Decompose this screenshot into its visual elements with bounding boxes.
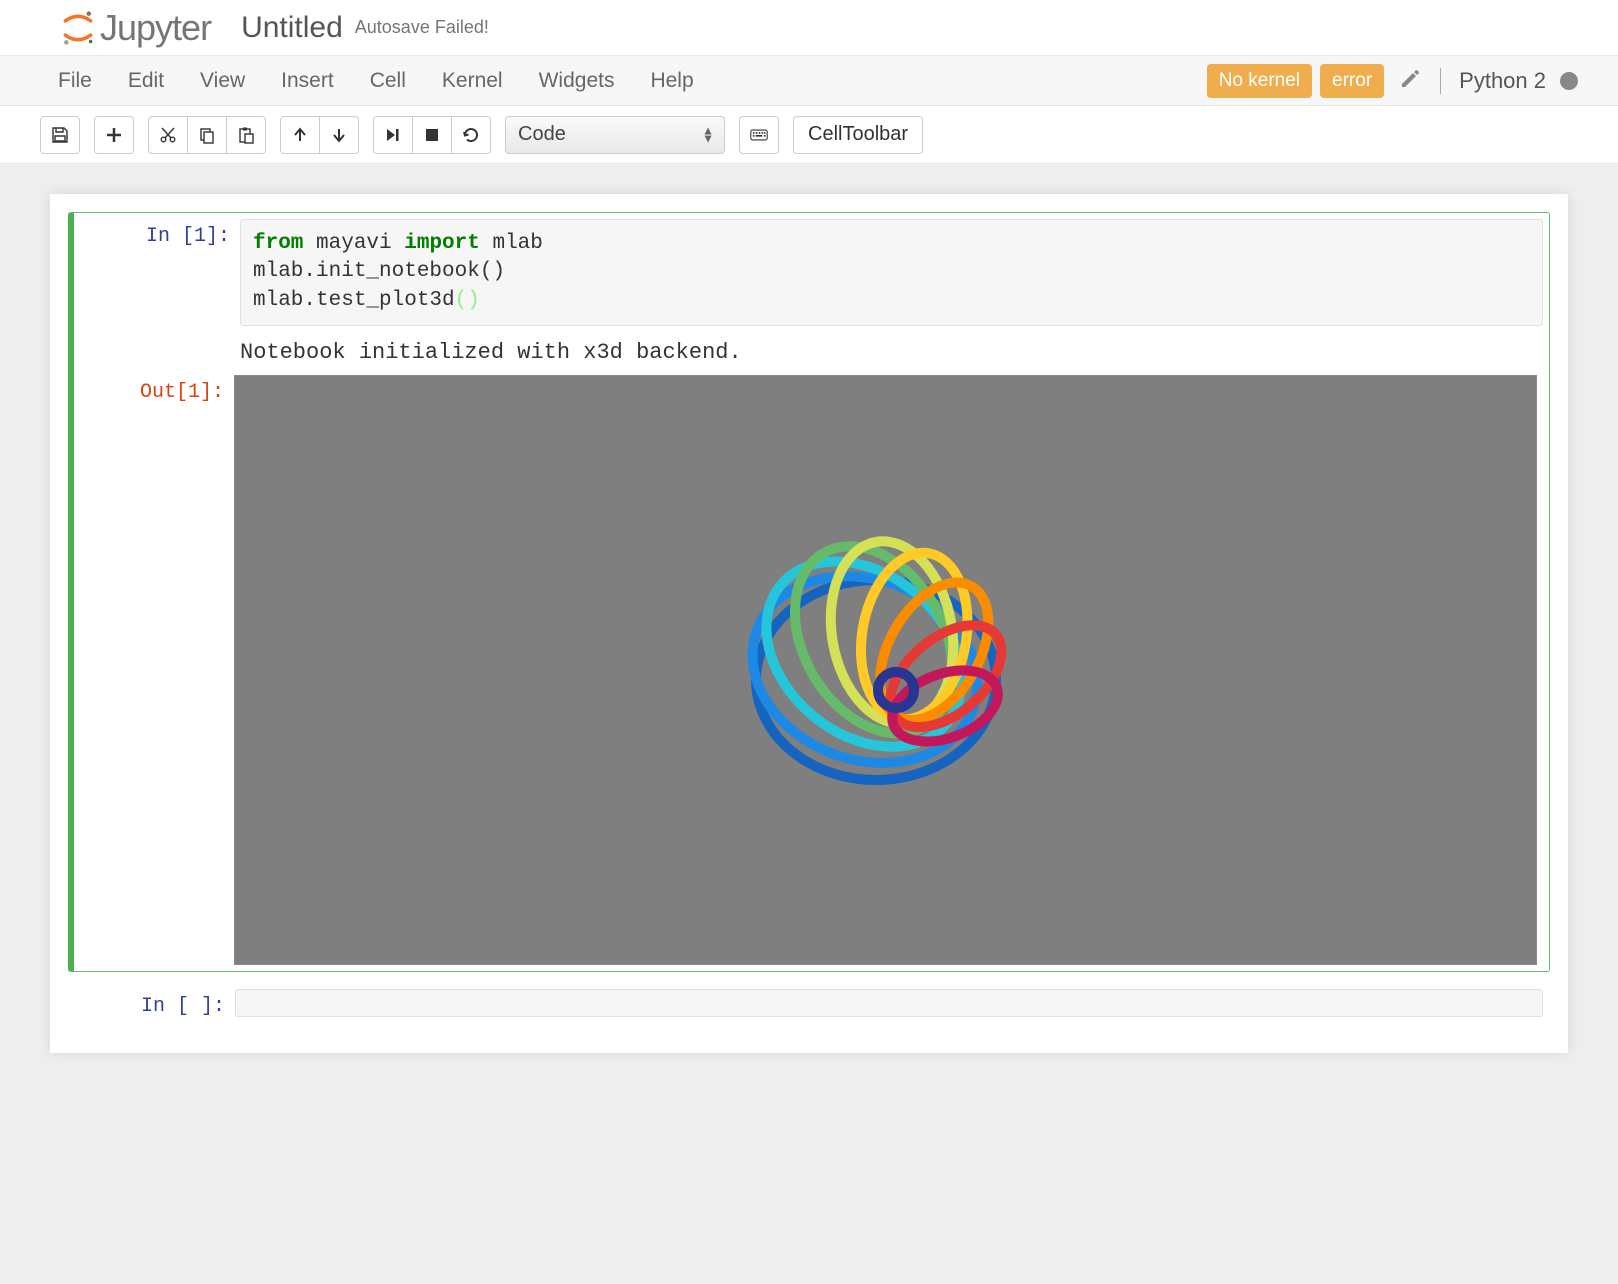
plot3d-output[interactable] — [234, 375, 1537, 965]
restart-button[interactable] — [451, 116, 491, 154]
move-up-button[interactable] — [280, 116, 320, 154]
cell-type-select[interactable]: Code ▲▼ — [505, 116, 725, 154]
kernel-name: Python 2 — [1453, 68, 1552, 94]
menu-file[interactable]: File — [40, 56, 110, 106]
output-prompt-column: Out[1]: — [74, 375, 234, 965]
cut-button[interactable] — [148, 116, 188, 154]
step-forward-icon — [384, 126, 402, 144]
output-area: Out[1]: — [240, 375, 1543, 965]
prompt-column: In [ ]: — [75, 989, 235, 1018]
chevron-updown-icon: ▲▼ — [702, 126, 714, 143]
pencil-icon[interactable] — [1392, 69, 1428, 92]
arrow-up-icon — [291, 126, 309, 144]
keyboard-icon — [750, 126, 768, 144]
output-prompt: Out[1]: — [74, 381, 224, 404]
interrupt-button[interactable] — [412, 116, 452, 154]
divider — [1440, 68, 1441, 94]
code-input[interactable]: from mayavi import mlab mlab.init_notebo… — [240, 219, 1543, 326]
menubar-right: No kernel error Python 2 — [1207, 64, 1578, 98]
autosave-status: Autosave Failed! — [355, 17, 489, 38]
code-cell[interactable]: In [1]: from mayavi import mlab mlab.ini… — [68, 212, 1550, 972]
plus-icon — [105, 126, 123, 144]
status-error: error — [1320, 64, 1384, 98]
cell-toolbar-button[interactable]: CellToolbar — [793, 116, 923, 154]
menu-cell[interactable]: Cell — [352, 56, 424, 106]
input-prompt: In [1]: — [80, 225, 230, 248]
jupyter-logo[interactable]: Jupyter — [60, 7, 211, 49]
cell-body — [235, 989, 1543, 1018]
input-prompt: In [ ]: — [75, 995, 225, 1018]
menu-edit[interactable]: Edit — [110, 56, 182, 106]
menu-view[interactable]: View — [182, 56, 263, 106]
move-group — [280, 116, 359, 154]
cell-body: from mayavi import mlab mlab.init_notebo… — [240, 219, 1543, 965]
stop-icon — [423, 126, 441, 144]
scissors-icon — [159, 126, 177, 144]
menu-widgets[interactable]: Widgets — [521, 56, 633, 106]
run-group — [373, 116, 491, 154]
copy-button[interactable] — [187, 116, 227, 154]
copy-icon — [198, 126, 216, 144]
menu-help[interactable]: Help — [632, 56, 711, 106]
notebook-header: Jupyter Untitled Autosave Failed! — [0, 0, 1618, 56]
code-cell[interactable]: In [ ]: — [68, 982, 1550, 1025]
command-palette-button[interactable] — [739, 116, 779, 154]
paste-icon — [237, 126, 255, 144]
code-input[interactable] — [235, 989, 1543, 1017]
stdout-output: Notebook initialized with x3d backend. — [240, 326, 1543, 375]
paste-button[interactable] — [226, 116, 266, 154]
save-button[interactable] — [40, 116, 80, 154]
notebook-name[interactable]: Untitled — [241, 11, 343, 45]
move-down-button[interactable] — [319, 116, 359, 154]
plot3d-spiral-icon — [686, 490, 1086, 850]
cell-type-selected-label: Code — [518, 123, 566, 146]
notebook-container: In [1]: from mayavi import mlab mlab.ini… — [50, 194, 1568, 1053]
status-nokernel: No kernel — [1207, 64, 1312, 98]
menu-kernel[interactable]: Kernel — [424, 56, 521, 106]
save-icon — [51, 126, 69, 144]
jupyter-icon — [60, 10, 96, 46]
add-cell-button[interactable] — [94, 116, 134, 154]
refresh-icon — [462, 126, 480, 144]
toolbar: Code ▲▼ CellToolbar — [0, 106, 1618, 164]
menubar: File Edit View Insert Cell Kernel Widget… — [0, 56, 1618, 106]
jupyter-logo-text: Jupyter — [100, 7, 211, 49]
edit-group — [148, 116, 266, 154]
notebook-scroll-area[interactable]: In [1]: from mayavi import mlab mlab.ini… — [0, 164, 1618, 1284]
menu-insert[interactable]: Insert — [263, 56, 352, 106]
arrow-down-icon — [330, 126, 348, 144]
run-button[interactable] — [373, 116, 413, 154]
kernel-indicator-icon — [1560, 72, 1578, 90]
